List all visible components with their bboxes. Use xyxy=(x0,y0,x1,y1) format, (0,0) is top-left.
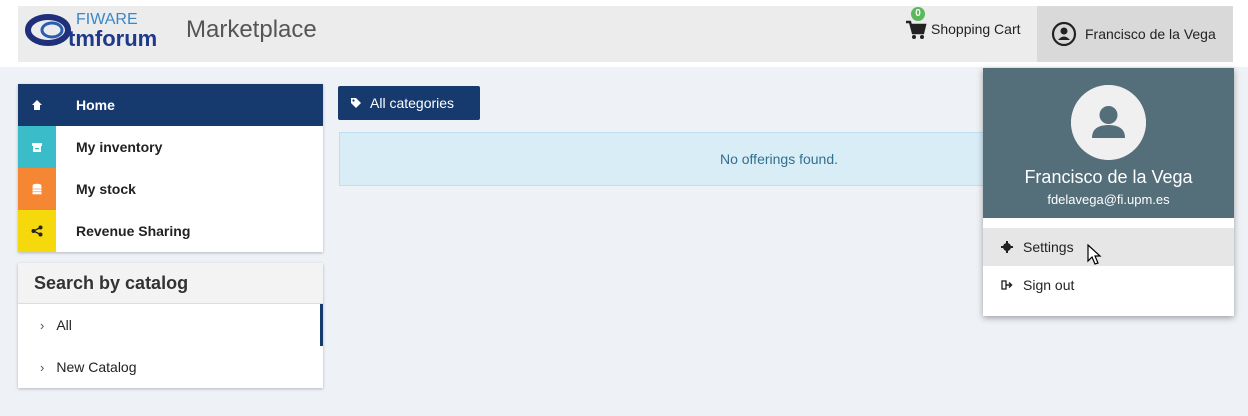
all-categories-button[interactable]: All categories xyxy=(338,86,480,120)
logo-bottom-text: tmforum xyxy=(68,26,157,51)
no-offerings-text: No offerings found. xyxy=(719,151,839,167)
chevron-right-icon: › xyxy=(40,359,45,375)
settings-label: Settings xyxy=(1023,239,1074,255)
sign-out-icon xyxy=(1001,280,1013,290)
all-categories-label: All categories xyxy=(370,95,455,111)
settings-menu-item[interactable]: Settings xyxy=(983,228,1234,266)
avatar-icon xyxy=(1071,85,1146,160)
user-menu-button[interactable]: Francisco de la Vega xyxy=(1037,6,1233,62)
fiware-tmforum-logo[interactable]: FIWARE tmforum xyxy=(18,4,178,54)
nav-label-home: Home xyxy=(76,97,115,113)
user-dropdown-menu: Francisco de la Vega fdelavega@fi.upm.es… xyxy=(983,68,1234,316)
nav-item-home[interactable]: Home xyxy=(18,84,323,126)
archive-icon xyxy=(18,126,56,168)
side-nav: Home My inventory My stock Revenue Shari… xyxy=(18,84,323,252)
dropdown-user-name: Francisco de la Vega xyxy=(1024,167,1193,187)
dropdown-divider xyxy=(983,218,1234,228)
catalog-item-all[interactable]: › All xyxy=(18,304,323,346)
share-icon xyxy=(18,210,56,252)
sign-out-label: Sign out xyxy=(1023,277,1075,293)
database-icon xyxy=(18,168,56,210)
mouse-cursor-icon xyxy=(1087,244,1102,265)
gear-icon xyxy=(1001,241,1013,253)
catalog-panel: Search by catalog › All › New Catalog xyxy=(18,263,323,388)
home-icon xyxy=(18,84,56,126)
tag-icon xyxy=(351,98,361,108)
nav-label-revenue-sharing: Revenue Sharing xyxy=(76,223,191,239)
catalog-item-new-catalog[interactable]: › New Catalog xyxy=(18,346,323,388)
user-name: Francisco de la Vega xyxy=(1085,26,1216,42)
catalog-item-label: New Catalog xyxy=(56,359,137,375)
nav-label-stock: My stock xyxy=(76,181,136,197)
shopping-cart-link[interactable]: 0 Shopping Cart xyxy=(905,7,1021,42)
nav-item-inventory[interactable]: My inventory xyxy=(18,126,323,168)
nav-label-inventory: My inventory xyxy=(76,139,163,155)
sign-out-menu-item[interactable]: Sign out xyxy=(983,266,1234,304)
cart-label: Shopping Cart xyxy=(931,21,1021,37)
cart-count-badge: 0 xyxy=(911,7,925,21)
nav-item-stock[interactable]: My stock xyxy=(18,168,323,210)
user-circle-icon xyxy=(1051,21,1077,47)
dropdown-user-email: fdelavega@fi.upm.es xyxy=(1047,192,1170,207)
cart-icon xyxy=(906,20,927,39)
top-header: FIWARE tmforum Marketplace 0 Shopping Ca… xyxy=(0,0,1248,67)
nav-item-revenue-sharing[interactable]: Revenue Sharing xyxy=(18,210,323,252)
dropdown-user-header: Francisco de la Vega fdelavega@fi.upm.es xyxy=(983,68,1234,218)
brand-title[interactable]: Marketplace xyxy=(186,16,317,44)
catalog-item-label: All xyxy=(56,317,72,333)
catalog-title: Search by catalog xyxy=(18,263,323,304)
chevron-right-icon: › xyxy=(40,317,45,333)
